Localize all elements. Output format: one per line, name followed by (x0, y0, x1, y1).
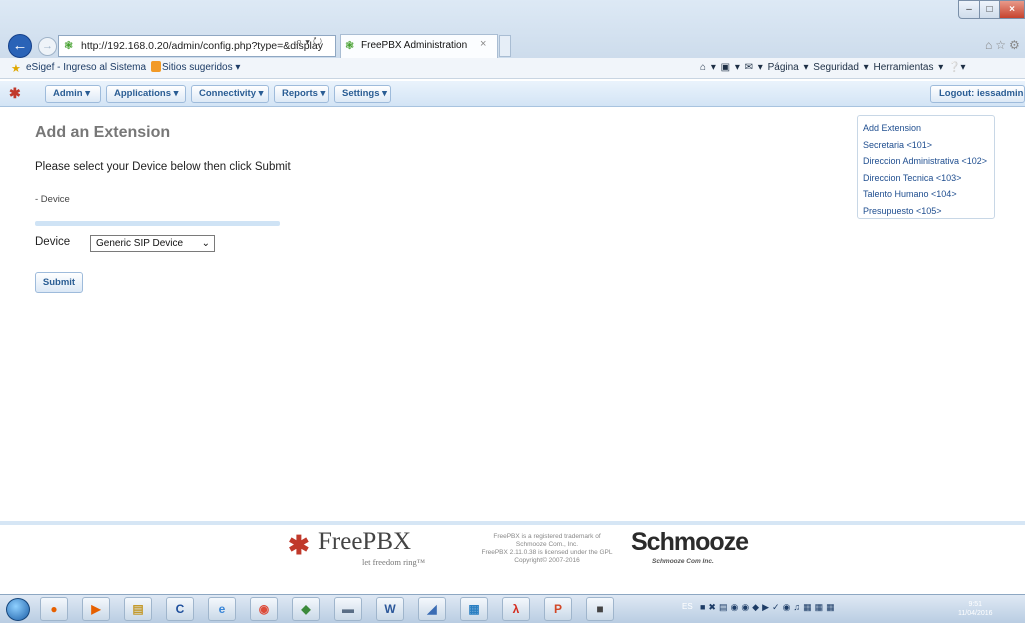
submit-button[interactable]: Submit (35, 272, 83, 293)
maximize-button[interactable]: □ (979, 0, 1000, 19)
freepbx-menu-bar: ✱ Admin ▾ Applications ▾ Connectivity ▾ … (0, 81, 1025, 107)
window-controls: – □ × (958, 0, 1025, 20)
system-tray[interactable]: ■✖▤◉◉◆▶✓◉♫▦▦▦ (700, 602, 838, 613)
page-title: Add an Extension (35, 124, 171, 141)
clock[interactable]: 9:51 11/04/2016 (958, 600, 993, 618)
schmooze-logo[interactable]: Schmooze (631, 528, 749, 557)
legal-line: Copyright© 2007-2016 (514, 557, 580, 564)
sidebar-item-103[interactable]: Direccion Tecnica <103> (863, 170, 994, 187)
freepbx-frog-icon: ✱ (288, 530, 310, 560)
schmooze-subtitle: Schmooze Com Inc. (652, 558, 714, 565)
legal-line: FreePBX 2.11.0.38 is licensed under the … (481, 549, 613, 556)
menu-admin[interactable]: Admin ▾ (45, 85, 101, 103)
app-icon[interactable]: ◆ (292, 597, 320, 621)
menu-connectivity[interactable]: Connectivity ▾ (191, 85, 269, 103)
new-tab-button[interactable] (499, 35, 511, 57)
suggested-sites-icon (151, 61, 161, 72)
file-explorer-icon[interactable]: ▤ (124, 597, 152, 621)
firefox-icon[interactable]: ● (40, 597, 68, 621)
freepbx-logo-icon[interactable]: ✱ (9, 85, 21, 102)
media-player-icon[interactable]: ▶ (82, 597, 110, 621)
menu-applications[interactable]: Applications ▾ (106, 85, 186, 103)
instructions-text: Please select your Device below then cli… (35, 161, 291, 173)
device-select[interactable]: Generic SIP Device ⌄ (90, 235, 215, 252)
address-bar[interactable]: http://192.168.0.20/admin/config.php?typ… (58, 35, 336, 57)
internet-explorer-icon[interactable]: e (208, 597, 236, 621)
clock-time: 9:51 (968, 601, 983, 608)
command-bar[interactable]: ⌂ ▾ ▣ ▾ ✉ ▾ Página ▾ Seguridad ▾ Herrami… (700, 62, 966, 73)
section-divider (35, 221, 280, 226)
clock-date: 11/04/2016 (958, 610, 993, 617)
close-button[interactable]: × (999, 0, 1025, 19)
sidebar-item-101[interactable]: Secretaria <101> (863, 137, 994, 154)
menu-reports[interactable]: Reports ▾ (274, 85, 329, 103)
freepbx-brand[interactable]: FreePBX (318, 528, 411, 556)
app-icon[interactable]: ■ (586, 597, 614, 621)
footer-divider (0, 521, 1025, 525)
app-icon[interactable]: ▬ (334, 597, 362, 621)
favorites-bar: ★ eSigef - Ingreso al Sistema Sitios sug… (0, 58, 1025, 79)
site-favicon-icon: ❃ (64, 40, 74, 52)
language-indicator[interactable]: ES (682, 602, 693, 611)
device-label: Device (35, 236, 71, 248)
forward-button[interactable]: → (38, 37, 57, 56)
address-tools[interactable]: ⌕ ▾ ↻ (296, 36, 322, 49)
word-icon[interactable]: W (376, 597, 404, 621)
tab-favicon-icon: ❃ (345, 40, 355, 52)
favorite-link-suggested[interactable]: Sitios sugeridos ▾ (162, 62, 240, 73)
favorites-star-icon[interactable]: ★ (11, 62, 21, 75)
sidebar-item-105[interactable]: Presupuesto <105> (863, 203, 994, 220)
footer-legal: FreePBX is a registered trademark of Sch… (472, 533, 622, 565)
app-icon[interactable]: C (166, 597, 194, 621)
device-select-value: Generic SIP Device (96, 238, 184, 249)
sidebar-item-102[interactable]: Direccion Administrativa <102> (863, 153, 994, 170)
chevron-down-icon: ⌄ (201, 238, 210, 249)
back-button[interactable]: ← (8, 34, 32, 58)
extension-list: Add Extension Secretaria <101> Direccion… (857, 115, 995, 219)
tab-close-icon[interactable]: × (480, 38, 486, 50)
freepbx-tagline: let freedom ring™ (362, 557, 426, 567)
favorite-link-esigef[interactable]: eSigef - Ingreso al Sistema (26, 62, 146, 73)
sidebar-item-104[interactable]: Talento Humano <104> (863, 186, 994, 203)
sidebar-item-add-extension[interactable]: Add Extension (863, 120, 994, 137)
powerpoint-icon[interactable]: P (544, 597, 572, 621)
section-label: - Device (35, 194, 70, 205)
menu-settings[interactable]: Settings ▾ (334, 85, 391, 103)
legal-line: Schmooze Com., Inc. (515, 541, 579, 548)
browser-tab[interactable]: FreePBX Administration (340, 34, 498, 58)
legal-line: FreePBX is a registered trademark of (493, 533, 601, 540)
app-icon[interactable]: ◢ (418, 597, 446, 621)
acrobat-icon[interactable]: λ (502, 597, 530, 621)
minimize-button[interactable]: – (958, 0, 980, 19)
chrome-icon[interactable]: ◉ (250, 597, 278, 621)
logout-button[interactable]: Logout: iessadmin (930, 85, 1025, 103)
browser-toolbar-icons[interactable]: ⌂☆⚙ (985, 38, 1023, 52)
app-icon[interactable]: ▦ (460, 597, 488, 621)
start-button[interactable] (6, 598, 30, 621)
